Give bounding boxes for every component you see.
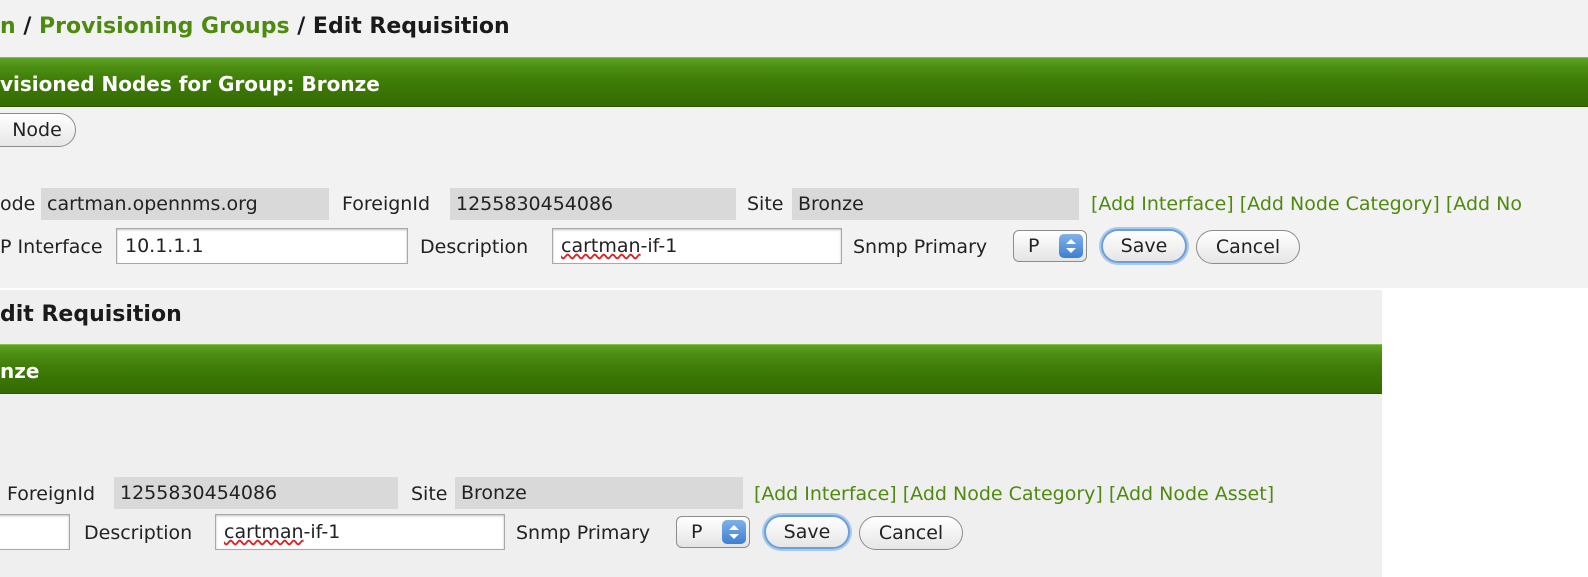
group-header-title: visioned Nodes for Group: Bronze <box>0 72 380 96</box>
foreign-id-value: 1255830454086 <box>450 188 736 220</box>
description-misspelled-word: cartman <box>561 235 641 257</box>
add-interface-link[interactable]: [Add Interface] <box>1091 193 1234 215</box>
description-label: Description <box>84 522 193 544</box>
snmp-primary-select[interactable]: P <box>676 516 750 548</box>
site-value: Bronze <box>792 188 1079 220</box>
add-node-category-link[interactable]: [Add Node Category] <box>903 483 1103 505</box>
snmp-primary-selected-value: P <box>691 521 703 543</box>
site-value: Bronze <box>455 477 743 509</box>
ip-interface-input[interactable]: 10.1.1.1 <box>116 228 408 264</box>
snmp-primary-select[interactable]: P <box>1013 230 1087 262</box>
breadcrumb-home-link[interactable]: n <box>0 14 16 39</box>
save-button-label: Save <box>1120 235 1168 257</box>
description-input[interactable]: cartman-if-1 <box>215 514 505 550</box>
save-button[interactable]: Save <box>1101 229 1187 263</box>
breadcrumb-separator: / <box>15 14 40 39</box>
description-input[interactable]: cartman-if-1 <box>552 228 842 264</box>
page-title: dit Requisition <box>0 302 182 327</box>
snmp-primary-selected-value: P <box>1028 235 1040 257</box>
cancel-button[interactable]: Cancel <box>1196 230 1300 264</box>
breadcrumb-provisioning-groups-link[interactable]: Provisioning Groups <box>39 14 290 39</box>
site-label: Site <box>747 193 784 215</box>
foreign-id-label: ForeignId <box>342 193 431 215</box>
cancel-button-label: Cancel <box>878 522 944 544</box>
node-actions: [Add Interface] [Add Node Category] [Add… <box>1091 193 1522 215</box>
breadcrumb-current-page: Edit Requisition <box>312 14 510 39</box>
add-node-asset-link[interactable]: [Add Node Asset] <box>1109 483 1274 505</box>
cancel-button-label: Cancel <box>1215 236 1281 258</box>
description-misspelled-word: cartman <box>224 521 304 543</box>
add-node-button-label: Node <box>12 119 62 141</box>
ip-interface-input[interactable] <box>0 514 70 550</box>
add-interface-link[interactable]: [Add Interface] <box>754 483 897 505</box>
add-node-asset-link[interactable]: [Add No <box>1446 193 1522 215</box>
add-node-category-link[interactable]: [Add Node Category] <box>1240 193 1440 215</box>
description-label: Description <box>420 236 529 258</box>
snmp-primary-label: Snmp Primary <box>516 522 651 544</box>
node-label-value: cartman.opennms.org <box>41 188 329 220</box>
group-header-bar: nze <box>0 344 1382 394</box>
breadcrumb-separator: / <box>289 14 313 39</box>
site-label: Site <box>411 483 448 505</box>
cancel-button[interactable]: Cancel <box>859 516 963 550</box>
requisition-panel-bottom: dit Requisition nze ForeignId 1255830454… <box>0 290 1382 577</box>
up-down-chevron-icon <box>722 520 746 544</box>
foreign-id-value: 1255830454086 <box>114 477 398 509</box>
description-suffix: -if-1 <box>640 235 678 257</box>
description-suffix: -if-1 <box>303 521 341 543</box>
ip-interface-label: P Interface <box>0 236 103 258</box>
node-actions: [Add Interface] [Add Node Category] [Add… <box>754 483 1274 505</box>
requisition-panel-top: n / Provisioning Groups / Edit Requisiti… <box>0 0 1588 288</box>
up-down-chevron-icon <box>1059 234 1083 258</box>
save-button[interactable]: Save <box>764 515 850 549</box>
group-header-bar: visioned Nodes for Group: Bronze <box>0 57 1588 107</box>
add-node-button[interactable]: Node <box>0 113 76 147</box>
breadcrumb: n / Provisioning Groups / Edit Requisiti… <box>0 14 510 39</box>
foreign-id-label: ForeignId <box>7 483 96 505</box>
save-button-label: Save <box>783 521 831 543</box>
snmp-primary-label: Snmp Primary <box>853 236 988 258</box>
group-header-title: nze <box>0 359 40 383</box>
node-label: ode <box>0 193 36 215</box>
